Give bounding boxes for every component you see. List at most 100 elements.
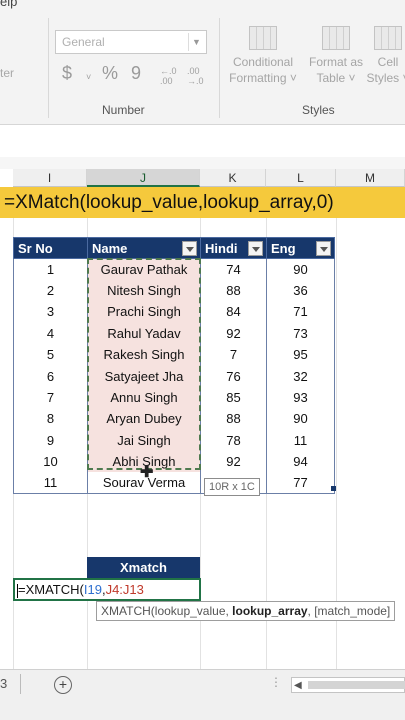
chevron-down-icon[interactable]: ˅ [86, 72, 91, 82]
cell-hindi[interactable]: 7 [200, 344, 267, 366]
cell-name[interactable]: Jai Singh [87, 429, 201, 452]
table-resize-handle[interactable] [331, 486, 336, 491]
conditional-formatting-icon [249, 26, 277, 50]
chevron-down-icon[interactable]: ▼ [188, 33, 204, 51]
decrease-decimal-button[interactable]: .00 →.0 [187, 66, 204, 86]
column-header-j[interactable]: J [87, 169, 200, 187]
cell-eng[interactable]: 90 [266, 408, 335, 430]
table-row: 8 Aryan Dubey 88 90 [13, 408, 335, 430]
cell-name[interactable]: Gaurav Pathak [87, 258, 201, 280]
cell-styles-button[interactable]: Cell Styles ˅ [366, 26, 405, 86]
number-format-value: General [62, 35, 105, 49]
header-hindi[interactable]: Hindi [200, 237, 267, 259]
table-row: 6 Satyajeet Jha 76 32 [13, 365, 335, 387]
current-argument: lookup_array [232, 604, 308, 618]
gridline [336, 187, 337, 669]
cell-hindi[interactable]: 85 [200, 386, 267, 409]
column-header-i[interactable]: I [13, 169, 87, 187]
cell-name[interactable]: Nitesh Singh [87, 279, 201, 302]
percent-format-button[interactable]: % [102, 63, 118, 84]
table-row: 5 Rakesh Singh 7 95 [13, 344, 335, 366]
cell-hindi[interactable]: 76 [200, 365, 267, 387]
cell-eng[interactable]: 32 [266, 365, 335, 387]
cell-name[interactable]: Rakesh Singh [87, 344, 201, 366]
table-row: 3 Prachi Singh 84 71 [13, 301, 335, 323]
header-sr-no[interactable]: Sr No [13, 237, 88, 259]
filter-dropdown-icon[interactable] [248, 241, 263, 256]
comma-style-button[interactable]: 9 [131, 63, 141, 84]
format-as-table-button[interactable]: Format as Table ˅ [304, 26, 368, 86]
formula-ref-lookup-value: I19 [83, 582, 102, 597]
student-marks-table: Sr No Name Hindi Eng 1 Gaurav Pathak 74 90 … [13, 237, 335, 495]
horizontal-scrollbar[interactable]: ◀ [291, 677, 405, 693]
help-tab[interactable]: elp [0, 0, 17, 9]
cell-name[interactable]: Annu Singh [87, 386, 201, 409]
cell-sr-no[interactable]: 2 [13, 279, 88, 302]
cell-sr-no[interactable]: 4 [13, 322, 88, 345]
function-argument-tooltip[interactable]: XMATCH(lookup_value, lookup_array, [matc… [96, 601, 396, 621]
cell-sr-no[interactable]: 5 [13, 344, 88, 366]
table-header-row: Sr No Name Hindi Eng [13, 237, 335, 259]
formula-bar-area [0, 125, 405, 157]
cell-hindi[interactable]: 88 [200, 408, 267, 430]
cell-hindi[interactable]: 78 [200, 429, 267, 452]
scroll-left-icon[interactable]: ◀ [294, 680, 302, 691]
header-name[interactable]: Name [87, 237, 201, 259]
cell-eng[interactable]: 11 [266, 429, 335, 452]
cell-select-cursor-icon: ✚ [140, 464, 154, 481]
cell-name[interactable]: Rahul Yadav [87, 322, 201, 345]
increase-decimal-button[interactable]: ←.0 .00 [160, 66, 177, 86]
table-row: 7 Annu Singh 85 93 [13, 386, 335, 409]
xmatch-header: Xmatch [87, 557, 200, 578]
scrollbar-thumb[interactable] [308, 681, 405, 689]
cell-sr-no[interactable]: 8 [13, 408, 88, 430]
format-as-table-icon [322, 26, 350, 50]
cell-eng[interactable]: 94 [266, 451, 335, 473]
add-sheet-icon[interactable]: + [54, 676, 72, 694]
cell-hindi[interactable]: 88 [200, 279, 267, 302]
cell-sr-no[interactable]: 11 [13, 472, 88, 495]
cell-hindi[interactable]: 92 [200, 322, 267, 345]
ribbon-separator [48, 18, 49, 118]
conditional-formatting-button[interactable]: Conditional Formatting ˅ [226, 26, 300, 86]
table-row: 10 Abhi Singh 92 94 [13, 451, 335, 473]
column-header-l[interactable]: L [266, 169, 336, 187]
cell-sr-no[interactable]: 1 [13, 258, 88, 280]
sheet-tab-bar: 3 + ⋮ ◀ [0, 669, 405, 720]
selection-size-tooltip: 10R x 1C [204, 478, 260, 496]
cell-eng[interactable]: 95 [266, 344, 335, 366]
cell-sr-no[interactable]: 7 [13, 386, 88, 409]
number-format-dropdown[interactable]: General ▼ [55, 30, 207, 54]
cell-eng[interactable]: 73 [266, 322, 335, 345]
cell-name[interactable]: Prachi Singh [87, 301, 201, 323]
cell-sr-no[interactable]: 10 [13, 451, 88, 473]
styles-group-label: Styles [302, 103, 335, 117]
cell-eng[interactable]: 77 [266, 472, 335, 495]
more-icon[interactable]: ⋮ [270, 675, 282, 689]
currency-format-button[interactable]: $ [62, 63, 72, 84]
cell-sr-no[interactable]: 3 [13, 301, 88, 323]
cell-sr-no[interactable]: 6 [13, 365, 88, 387]
cell-styles-icon [374, 26, 402, 50]
filter-dropdown-icon[interactable] [182, 241, 197, 256]
sheet-tab[interactable]: 3 [0, 676, 7, 691]
cell-hindi[interactable]: 92 [200, 451, 267, 473]
table-row: 9 Jai Singh 78 11 [13, 429, 335, 452]
cell-eng[interactable]: 71 [266, 301, 335, 323]
cell-eng[interactable]: 93 [266, 386, 335, 409]
number-group-label: Number [102, 103, 145, 117]
cell-eng[interactable]: 36 [266, 279, 335, 302]
cell-name[interactable]: Satyajeet Jha [87, 365, 201, 387]
header-eng[interactable]: Eng [266, 237, 335, 259]
ribbon-left-partial-label[interactable]: ter [0, 66, 14, 80]
cell-eng[interactable]: 90 [266, 258, 335, 280]
column-header-m[interactable]: M [336, 169, 405, 187]
cell-sr-no[interactable]: 9 [13, 429, 88, 452]
column-header-k[interactable]: K [200, 169, 266, 187]
formula-edit-cell[interactable]: =XMATCH(I19,J4:J13 [13, 578, 201, 601]
cell-hindi[interactable]: 84 [200, 301, 267, 323]
filter-dropdown-icon[interactable] [316, 241, 331, 256]
formula-syntax-callout: =XMatch(lookup_value,lookup_array,0) [0, 187, 405, 218]
cell-hindi[interactable]: 74 [200, 258, 267, 280]
cell-name[interactable]: Aryan Dubey [87, 408, 201, 430]
